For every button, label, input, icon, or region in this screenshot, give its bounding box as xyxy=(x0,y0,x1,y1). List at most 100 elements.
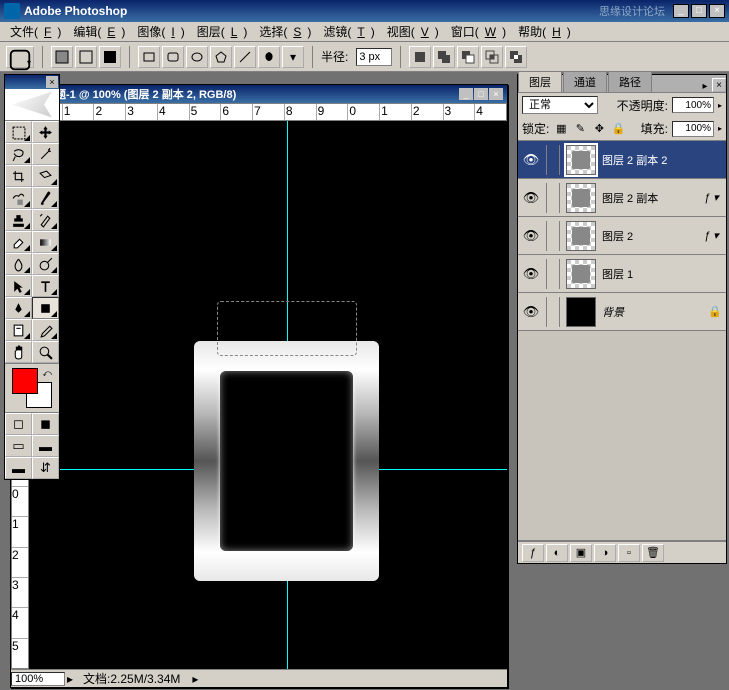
menu-滤镜[interactable]: 滤镜(T) xyxy=(317,21,380,42)
ellipse-shape[interactable] xyxy=(186,46,208,68)
adjustment-layer-button[interactable]: ◑ xyxy=(594,544,616,562)
combine-exclude[interactable] xyxy=(505,46,527,68)
foreground-color[interactable] xyxy=(12,368,38,394)
layer-thumbnail[interactable] xyxy=(566,221,596,251)
zoom-input[interactable] xyxy=(11,672,65,686)
link-column[interactable] xyxy=(546,183,560,213)
menu-图像[interactable]: 图像(I) xyxy=(131,21,190,42)
layer-row[interactable]: 👁 图层 1 xyxy=(518,255,726,293)
layer-name[interactable]: 图层 2 副本 xyxy=(602,190,698,206)
panel-menu-button[interactable]: ▸ xyxy=(698,81,712,92)
maximize-button[interactable]: □ xyxy=(691,4,707,18)
menu-编辑[interactable]: 编辑(E) xyxy=(67,21,131,42)
minimize-button[interactable]: _ xyxy=(673,4,689,18)
menu-视图[interactable]: 视图(V) xyxy=(381,21,445,42)
layer-thumbnail[interactable] xyxy=(566,297,596,327)
eyedropper-tool[interactable] xyxy=(32,319,59,341)
doc-minimize-button[interactable]: _ xyxy=(459,88,473,100)
fill-pixel-mode[interactable] xyxy=(99,46,121,68)
visibility-icon[interactable]: 👁 xyxy=(522,227,540,245)
layer-row[interactable]: 👁 图层 2 副本 ƒ ▾ xyxy=(518,179,726,217)
shape-tool[interactable] xyxy=(32,297,59,319)
link-column[interactable] xyxy=(546,297,560,327)
polygon-shape[interactable] xyxy=(210,46,232,68)
fill-input[interactable] xyxy=(672,121,714,137)
rounded-rect-shape[interactable] xyxy=(162,46,184,68)
crop-tool[interactable] xyxy=(5,165,32,187)
menu-文件[interactable]: 文件(F) xyxy=(4,21,67,42)
layer-group-button[interactable]: ▣ xyxy=(570,544,592,562)
zoom-tool[interactable] xyxy=(32,341,59,363)
link-column[interactable] xyxy=(546,221,560,251)
path-mode[interactable] xyxy=(75,46,97,68)
menu-帮助[interactable]: 帮助(H) xyxy=(512,21,577,42)
hand-tool[interactable] xyxy=(5,341,32,363)
layer-mask-button[interactable]: ◐ xyxy=(546,544,568,562)
marquee-tool[interactable] xyxy=(5,121,32,143)
menu-图层[interactable]: 图层(L) xyxy=(191,21,254,42)
shape-layer-mode[interactable] xyxy=(51,46,73,68)
zoom-dropdown-icon[interactable]: ▸ xyxy=(65,672,75,686)
doc-info-dropdown-icon[interactable]: ▸ xyxy=(192,672,198,686)
visibility-icon[interactable]: 👁 xyxy=(522,189,540,207)
brush-tool[interactable] xyxy=(32,187,59,209)
link-column[interactable] xyxy=(546,145,560,175)
jump-to-icon[interactable]: ⇵ xyxy=(32,457,59,479)
layer-name[interactable]: 图层 2 副本 2 xyxy=(602,152,722,168)
lasso-tool[interactable] xyxy=(5,143,32,165)
history-brush-tool[interactable] xyxy=(32,209,59,231)
layer-name[interactable]: 图层 2 xyxy=(602,228,698,244)
screen-full-menu-icon[interactable]: ▬ xyxy=(32,435,59,457)
lock-move-icon[interactable]: ✥ xyxy=(591,121,607,137)
layer-row[interactable]: 👁背景🔒 xyxy=(518,293,726,331)
wand-tool[interactable] xyxy=(32,143,59,165)
layer-fx-icon[interactable]: ƒ ▾ xyxy=(704,191,722,204)
toolbox-close-button[interactable]: × xyxy=(46,76,58,88)
layer-fx-icon[interactable]: ƒ ▾ xyxy=(704,229,722,242)
lock-transparency-icon[interactable]: ▦ xyxy=(553,121,569,137)
combine-new[interactable] xyxy=(409,46,431,68)
move-tool[interactable] xyxy=(32,121,59,143)
panel-close-button[interactable]: × xyxy=(712,78,726,92)
layer-name[interactable]: 图层 1 xyxy=(602,266,722,282)
eraser-tool[interactable] xyxy=(5,231,32,253)
layer-thumbnail[interactable] xyxy=(566,183,596,213)
shape-options-dropdown[interactable]: ▾ xyxy=(282,46,304,68)
visibility-icon[interactable]: 👁 xyxy=(522,303,540,321)
custom-shape[interactable] xyxy=(258,46,280,68)
doc-maximize-button[interactable]: □ xyxy=(474,88,488,100)
line-shape[interactable] xyxy=(234,46,256,68)
radius-input[interactable] xyxy=(356,48,392,66)
combine-intersect[interactable] xyxy=(481,46,503,68)
opacity-input[interactable] xyxy=(672,97,714,113)
menu-选择[interactable]: 选择(S) xyxy=(253,21,317,42)
lock-all-icon[interactable]: 🔒 xyxy=(610,121,626,137)
lock-paint-icon[interactable]: ✎ xyxy=(572,121,588,137)
canvas[interactable] xyxy=(29,121,507,669)
screen-full-icon[interactable]: ▬ xyxy=(5,457,32,479)
pen-tool[interactable] xyxy=(5,297,32,319)
type-tool[interactable] xyxy=(32,275,59,297)
blur-tool[interactable] xyxy=(5,253,32,275)
selection-marquee[interactable] xyxy=(217,301,357,356)
layer-thumbnail[interactable] xyxy=(566,259,596,289)
screen-standard-icon[interactable]: ▭ xyxy=(5,435,32,457)
slice-tool[interactable] xyxy=(32,165,59,187)
dodge-tool[interactable] xyxy=(32,253,59,275)
menu-窗口[interactable]: 窗口(W) xyxy=(445,21,512,42)
layer-thumbnail[interactable] xyxy=(566,145,596,175)
visibility-icon[interactable]: 👁 xyxy=(522,265,540,283)
tab-channels[interactable]: 通道 xyxy=(563,71,607,92)
fill-slider-icon[interactable]: ▸ xyxy=(718,124,722,133)
tool-preset-button[interactable] xyxy=(6,46,34,68)
link-column[interactable] xyxy=(546,259,560,289)
combine-add[interactable] xyxy=(433,46,455,68)
opacity-slider-icon[interactable]: ▸ xyxy=(718,101,722,110)
doc-close-button[interactable]: × xyxy=(489,88,503,100)
delete-layer-button[interactable]: 🗑 xyxy=(642,544,664,562)
notes-tool[interactable] xyxy=(5,319,32,341)
stamp-tool[interactable] xyxy=(5,209,32,231)
layer-name[interactable]: 背景 xyxy=(602,304,702,320)
combine-subtract[interactable] xyxy=(457,46,479,68)
layer-style-button[interactable]: ƒ xyxy=(522,544,544,562)
